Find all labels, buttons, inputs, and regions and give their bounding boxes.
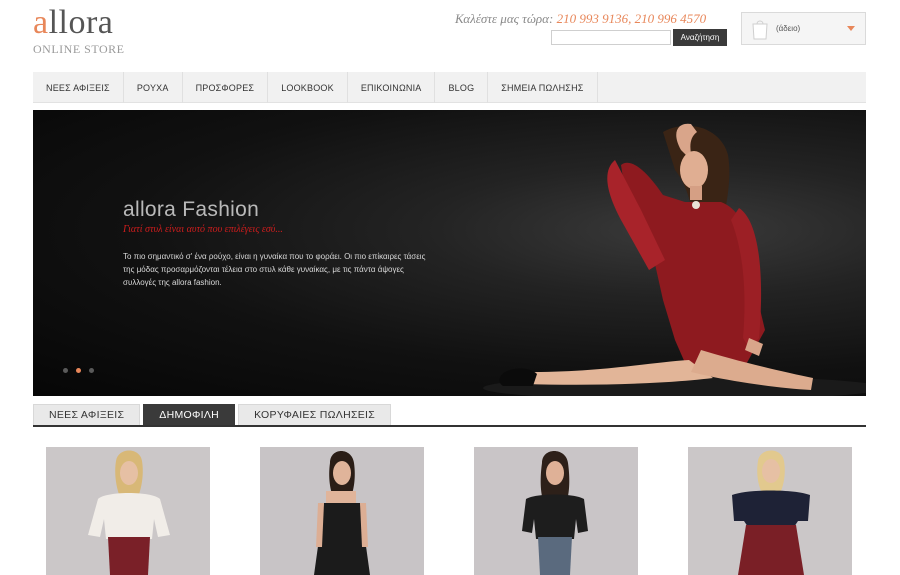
tab-new-arrivals[interactable]: ΝΕΕΣ ΑΦΙΞΕΙΣ	[33, 404, 141, 425]
nav-item-new-arrivals[interactable]: ΝΕΕΣ ΑΦΙΞΕΙΣ	[33, 72, 124, 103]
product-image	[688, 447, 852, 575]
search-button[interactable]: Αναζήτηση	[673, 29, 727, 46]
cart-status: (άδειο)	[776, 24, 801, 33]
phone-numbers: 210 993 9136, 210 996 4570	[556, 11, 707, 26]
product-image	[260, 447, 424, 575]
search-input[interactable]	[551, 30, 671, 45]
logo-wordmark: allora	[33, 4, 114, 41]
slider-dot[interactable]	[63, 368, 68, 373]
slider-dots	[63, 368, 94, 373]
nav-item-offers[interactable]: ΠΡΟΣΦΟΡΕΣ	[183, 72, 269, 103]
nav-item-clothes[interactable]: ΡΟΥΧΑ	[124, 72, 183, 103]
hero-slider[interactable]: allora Fashion Γιατί στυλ είναι αυτό που…	[33, 110, 866, 396]
product-image	[46, 447, 210, 575]
product-card[interactable]	[46, 447, 210, 575]
product-card[interactable]	[260, 447, 424, 575]
phone-info: Καλέστε μας τώρα: 210 993 9136, 210 996 …	[455, 11, 706, 27]
cart-dropdown[interactable]: (άδειο)	[741, 12, 866, 45]
nav-item-blog[interactable]: BLOG	[435, 72, 489, 103]
slider-dot[interactable]	[89, 368, 94, 373]
shopping-bag-icon	[752, 20, 768, 40]
nav-item-lookbook[interactable]: LOOKBOOK	[268, 72, 348, 103]
slider-dot-active[interactable]	[76, 368, 81, 373]
tab-popular[interactable]: ΔΗΜΟΦΙΛΗ	[143, 404, 236, 425]
hero-title: allora Fashion	[123, 198, 260, 221]
logo-tagline: ONLINE STORE	[33, 42, 125, 56]
product-tabs: ΝΕΕΣ ΑΦΙΞΕΙΣ ΔΗΜΟΦΙΛΗ ΚΟΡΥΦΑΙΕΣ ΠΩΛΗΣΕΙΣ	[33, 404, 866, 427]
hero-description: Το πιο σημαντικό σ' ένα ρούχο, είναι η γ…	[123, 252, 426, 287]
product-card[interactable]	[688, 447, 852, 575]
phone-label: Καλέστε μας τώρα:	[455, 11, 554, 26]
nav-item-contact[interactable]: ΕΠΙΚΟΙΝΩΝΙΑ	[348, 72, 436, 103]
logo[interactable]: allora ONLINE STORE	[33, 6, 124, 57]
product-card[interactable]	[474, 447, 638, 575]
hero-subtitle: Γιατί στυλ είναι αυτό που επιλέγεις εσύ.…	[123, 224, 283, 235]
nav-item-stores[interactable]: ΣΗΜΕΙΑ ΠΩΛΗΣΗΣ	[488, 72, 598, 103]
chevron-down-icon	[847, 26, 855, 31]
hero-model-image	[483, 123, 866, 396]
product-image	[474, 447, 638, 575]
tab-best-sellers[interactable]: ΚΟΡΥΦΑΙΕΣ ΠΩΛΗΣΕΙΣ	[238, 404, 392, 425]
main-nav: ΝΕΕΣ ΑΦΙΞΕΙΣ ΡΟΥΧΑ ΠΡΟΣΦΟΡΕΣ LOOKBOOK ΕΠ…	[33, 72, 866, 103]
